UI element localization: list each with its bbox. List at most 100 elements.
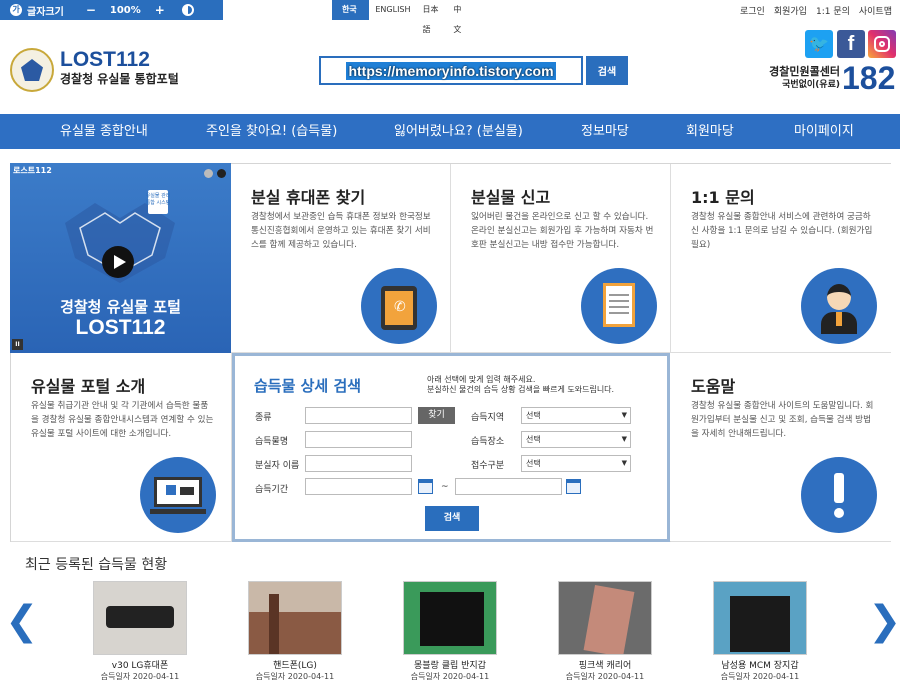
place-select[interactable]: 선택 xyxy=(521,431,631,448)
label-owner-name: 분실자 이름 xyxy=(255,461,300,471)
item-thumbnail[interactable] xyxy=(713,581,807,655)
police-seal-logo[interactable] xyxy=(10,48,54,92)
call-number: 182 xyxy=(842,60,896,96)
owner-name-input[interactable] xyxy=(305,455,412,472)
card-lost-report[interactable]: 분실물 신고 잃어버린 물건을 온라인으로 신고 할 수 있습니다. 온라인 분… xyxy=(451,164,671,353)
nav-members[interactable]: 회원마당 xyxy=(686,114,734,149)
pause-button[interactable]: II xyxy=(12,339,23,350)
main-nav: 유실물 종합안내 주인을 찾아요! (습득물) 잃어버렸나요? (분실물) 정보… xyxy=(0,114,900,149)
header-search-button[interactable]: 검색 xyxy=(586,56,628,85)
headset-operator-icon xyxy=(801,268,877,344)
card-title: 유실물 포털 소개 xyxy=(31,377,146,396)
card-description: 경찰청 유실물 종합안내 사이트의 도움말입니다. 회원가입부터 분실물 신고 … xyxy=(691,401,874,440)
period-start-input[interactable] xyxy=(305,478,412,495)
logo-title[interactable]: LOST112 xyxy=(60,48,150,72)
lang-chinese[interactable]: 中文 xyxy=(447,0,472,34)
item-date: 습득일자 2020-04-11 xyxy=(565,672,645,681)
item-date: 습득일자 2020-04-11 xyxy=(410,672,490,681)
item-date: 습득일자 2020-04-11 xyxy=(255,672,335,681)
item-thumbnail[interactable] xyxy=(403,581,497,655)
twitter-icon[interactable]: 🐦 xyxy=(805,30,833,58)
video-badge: 유실물 관리 통합 시스템 xyxy=(145,193,171,206)
phone-icon: ✆ xyxy=(361,268,437,344)
text-size-icon: 가 xyxy=(10,4,22,16)
lang-korean[interactable]: 한국어 xyxy=(332,0,370,34)
play-icon xyxy=(114,255,126,269)
inquiry-link[interactable]: 1:1 문의 xyxy=(816,4,850,17)
call-center-info: 경찰민원콜센터 국번없이(유료) xyxy=(768,64,840,92)
find-type-button[interactable]: 찾기 xyxy=(418,407,455,424)
item-name[interactable]: 몽블랑 클립 반지갑 xyxy=(380,658,520,671)
calendar-icon[interactable] xyxy=(418,479,433,494)
font-size-label: 글자크기 xyxy=(27,6,64,18)
signup-link[interactable]: 회원가입 xyxy=(774,4,807,17)
computer-icon xyxy=(140,457,216,533)
item-thumbnail[interactable] xyxy=(93,581,187,655)
item-name[interactable]: 남성용 MCM 장지갑 xyxy=(690,658,830,671)
card-inquiry[interactable]: 1:1 문의 경찰청 유실물 종합안내 서비스에 관련하여 궁금하신 사항을 1… xyxy=(671,164,891,353)
item-name[interactable]: 핑크색 캐리어 xyxy=(535,658,675,671)
nav-mypage[interactable]: 마이페이지 xyxy=(794,114,854,149)
period-tilde: ~ xyxy=(441,482,449,492)
item-name[interactable]: v30 LG휴대폰 xyxy=(70,658,210,671)
label-receipt-type: 접수구분 xyxy=(471,461,505,471)
card-find-phone[interactable]: 분실 휴대폰 찾기 경찰청에서 보관중인 습득 휴대폰 정보와 한국정보통신진흥… xyxy=(231,164,451,353)
carousel-next-button[interactable]: ❯ xyxy=(868,598,900,644)
util-links: 로그인 회원가입 1:1 문의 사이트맵 xyxy=(740,0,892,20)
item-name-input[interactable] xyxy=(305,431,412,448)
video-title: 경찰청 유실물 포털 xyxy=(60,298,181,316)
found-item-search-form: 습득물 상세 검색 아래 선택에 맞게 입력 해주세요. 분실하신 물건의 습득… xyxy=(232,353,670,542)
recent-items-title: 최근 등록된 습득물 현황 xyxy=(25,557,168,573)
period-end-input[interactable] xyxy=(455,478,562,495)
font-size-bar: 가 글자크기 − 100% + xyxy=(0,0,223,20)
item-name[interactable]: 핸드폰(LG) xyxy=(225,658,365,671)
card-help[interactable]: 도움말 경찰청 유실물 종합안내 사이트의 도움말입니다. 회원가입부터 분실물… xyxy=(671,353,891,542)
header-search-input[interactable]: https://memoryinfo.tistory.com xyxy=(319,56,583,85)
detail-search-button[interactable]: 검색 xyxy=(425,506,479,531)
video-title-brand: LOST112 xyxy=(75,316,166,339)
card-portal-intro[interactable]: 유실물 포털 소개 유실물 취급기관 안내 및 각 기관에서 습득한 물품을 경… xyxy=(11,353,232,542)
exclamation-icon xyxy=(801,457,877,533)
receipt-type-select[interactable]: 선택 xyxy=(521,455,631,472)
language-selector: 한국어 ENGLISH 日本語 中文 xyxy=(332,0,472,34)
login-link[interactable]: 로그인 xyxy=(740,4,765,17)
lang-japanese[interactable]: 日本語 xyxy=(417,0,448,34)
region-select[interactable]: 선택 xyxy=(521,407,631,424)
item-date: 습득일자 2020-04-11 xyxy=(720,672,800,681)
lang-english[interactable]: ENGLISH xyxy=(369,0,416,20)
nav-found-items[interactable]: 주인을 찾아요! (습득물) xyxy=(206,114,337,149)
sitemap-link[interactable]: 사이트맵 xyxy=(859,4,892,17)
card-description: 유실물 취급기관 안내 및 각 기관에서 습득한 물품을 경찰청 유실물 종합안… xyxy=(31,401,214,440)
card-title: 분실물 신고 xyxy=(471,188,551,207)
calendar-icon[interactable] xyxy=(566,479,581,494)
label-region: 습득지역 xyxy=(471,413,505,423)
type-input[interactable] xyxy=(305,407,412,424)
nav-info[interactable]: 정보마당 xyxy=(581,114,629,149)
call-center-label: 경찰민원콜센터 xyxy=(769,65,840,78)
label-item-name: 습득물명 xyxy=(255,437,289,447)
item-thumbnail[interactable] xyxy=(558,581,652,655)
font-increase-button[interactable]: + xyxy=(155,3,165,17)
contrast-icon[interactable] xyxy=(181,4,194,16)
search-notice-2: 분실하신 물건의 습득 상황 검색을 빠르게 도와드립니다. xyxy=(427,385,615,394)
search-value: https://memoryinfo.tistory.com xyxy=(346,61,556,80)
call-center-sub: 국번없이(유료) xyxy=(782,80,840,91)
instagram-icon[interactable] xyxy=(868,30,896,58)
play-button[interactable] xyxy=(102,246,134,278)
card-title: 도움말 xyxy=(691,377,736,396)
nav-lost-info[interactable]: 유실물 종합안내 xyxy=(60,114,148,149)
font-decrease-button[interactable]: − xyxy=(86,3,96,17)
facebook-icon[interactable]: f xyxy=(837,30,865,58)
label-type: 종류 xyxy=(255,413,272,423)
card-title: 분실 휴대폰 찾기 xyxy=(251,188,366,207)
label-place: 습득장소 xyxy=(471,437,505,447)
card-description: 잃어버린 물건을 온라인으로 신고 할 수 있습니다. 온라인 분실신고는 회원… xyxy=(471,212,654,251)
card-description: 경찰청에서 보관중인 습득 휴대폰 정보와 한국정보통신진흥협회에서 운영하고 … xyxy=(251,212,431,251)
zoom-level: 100% xyxy=(109,4,141,16)
carousel-prev-button[interactable]: ❮ xyxy=(5,598,39,644)
label-period: 습득기간 xyxy=(255,485,289,495)
item-thumbnail[interactable] xyxy=(248,581,342,655)
nav-lost-items[interactable]: 잃어버렸나요? (분실물) xyxy=(394,114,523,149)
document-icon xyxy=(581,268,657,344)
logo-subtitle: 경찰청 유실물 통합포털 xyxy=(60,72,179,86)
